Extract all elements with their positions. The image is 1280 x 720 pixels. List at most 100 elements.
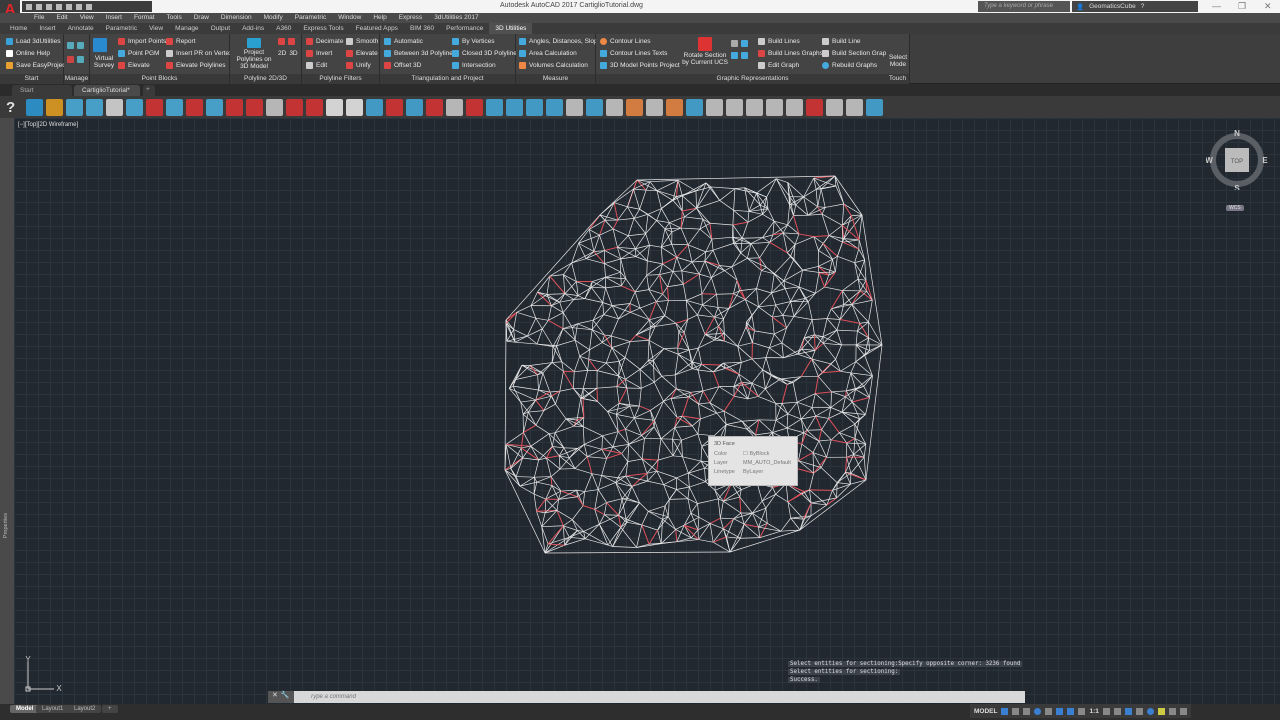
clean-screen-icon[interactable]	[1146, 707, 1154, 715]
mesh-edge	[729, 529, 801, 553]
mesh-edge	[698, 339, 715, 349]
mesh-edge	[534, 477, 538, 483]
mesh-edge	[837, 256, 855, 264]
mesh-edge	[558, 455, 561, 470]
mesh-edge	[781, 342, 798, 355]
mesh-edge	[627, 444, 630, 462]
mesh-edge	[698, 523, 711, 540]
tin-mesh-drawing[interactable]	[0, 0, 1280, 720]
workspace-icon[interactable]	[1102, 707, 1110, 715]
breakline-edge	[800, 358, 813, 377]
command-input[interactable]	[294, 694, 994, 700]
tooltip-title: 3D Face	[714, 441, 735, 447]
mesh-edge	[645, 233, 650, 246]
breakline-edge	[792, 215, 800, 235]
layout-tab-layout2[interactable]: Layout2	[68, 705, 102, 713]
mesh-edge	[696, 208, 704, 220]
mesh-edge	[807, 206, 818, 216]
mesh-edge	[830, 391, 832, 408]
mesh-edge	[625, 475, 648, 482]
mesh-edge	[676, 472, 689, 479]
mesh-edge	[782, 315, 794, 317]
compass-east[interactable]: E	[1262, 156, 1268, 165]
mesh-edge	[709, 386, 720, 403]
mesh-edge	[697, 369, 704, 391]
mesh-edge	[783, 232, 799, 235]
mesh-edge	[731, 257, 748, 268]
mesh-edge	[790, 301, 795, 317]
mesh-edge	[633, 188, 640, 210]
customize-icon[interactable]: 🔧	[281, 691, 290, 703]
compass-north[interactable]: N	[1234, 129, 1240, 138]
mesh-edge	[710, 186, 735, 189]
quick-properties-icon[interactable]	[1157, 707, 1165, 715]
breakline-edge	[723, 518, 735, 530]
ortho-icon[interactable]	[1023, 707, 1031, 715]
mesh-edge	[804, 292, 816, 299]
mesh-edge	[660, 529, 676, 544]
mesh-edge	[682, 456, 702, 462]
mesh-edge	[616, 414, 635, 419]
mesh-edge	[831, 308, 841, 320]
isolate-icon[interactable]	[1124, 707, 1132, 715]
close-icon[interactable]: ✕	[272, 691, 278, 703]
mesh-edge	[832, 490, 837, 499]
mesh-edge	[772, 317, 775, 335]
mesh-edge	[641, 435, 645, 439]
mesh-edge	[717, 498, 721, 519]
mesh-edge	[604, 258, 621, 264]
compass-south[interactable]: S	[1234, 184, 1240, 190]
mesh-edge	[740, 537, 760, 539]
mesh-edge	[682, 456, 689, 474]
mesh-edge	[676, 477, 690, 488]
mesh-edge	[742, 237, 763, 239]
mesh-edge	[835, 256, 838, 273]
mesh-edge	[601, 446, 613, 450]
breakline-edge	[702, 390, 711, 404]
mesh-edge	[806, 429, 822, 431]
annotation-scale[interactable]: 1:1	[1089, 708, 1098, 715]
mesh-edge	[545, 485, 553, 500]
mesh-edge	[758, 292, 772, 308]
wcs-menu[interactable]: WCS	[1226, 205, 1244, 211]
annotation-visibility-icon[interactable]	[1078, 707, 1086, 715]
isodraft-icon[interactable]	[1056, 707, 1064, 715]
annotation-icon[interactable]	[1067, 707, 1075, 715]
mesh-edge	[610, 318, 619, 337]
compass-west[interactable]: W	[1206, 156, 1213, 165]
mesh-edge	[855, 355, 865, 362]
viewport-controls[interactable]: [−][Top][2D Wireframe]	[18, 122, 78, 128]
model-space-button[interactable]: MODEL	[974, 708, 997, 715]
units-icon[interactable]	[1168, 707, 1176, 715]
osnap-icon[interactable]	[1045, 707, 1053, 715]
mesh-edge	[556, 339, 576, 347]
mesh-edge	[639, 190, 647, 210]
mesh-edge	[822, 343, 836, 360]
mesh-edge	[724, 266, 732, 271]
mesh-edge	[674, 361, 693, 376]
mesh-edge	[618, 498, 628, 516]
viewcube[interactable]: TOP N S E W	[1206, 128, 1268, 190]
mesh-edge	[626, 521, 642, 526]
customize-menu-icon[interactable]	[1179, 707, 1187, 715]
mesh-edge	[646, 260, 648, 276]
mesh-edge	[576, 398, 582, 421]
layout-tab-layout1[interactable]: Layout1	[36, 705, 70, 713]
polar-icon[interactable]	[1034, 707, 1042, 715]
grid-icon[interactable]	[1001, 707, 1009, 715]
mesh-edge	[725, 362, 742, 369]
breakline-edge	[732, 221, 749, 226]
mesh-edge	[597, 370, 619, 377]
mesh-edge	[604, 220, 614, 230]
add-layout-button[interactable]: +	[102, 705, 118, 713]
mesh-edge	[692, 347, 699, 363]
mesh-edge	[596, 362, 607, 371]
snap-icon[interactable]	[1012, 707, 1020, 715]
mesh-edge	[781, 403, 789, 415]
mesh-edge	[868, 337, 870, 351]
hardware-icon[interactable]	[1135, 707, 1143, 715]
mesh-edge	[697, 523, 711, 531]
mesh-edge	[711, 277, 717, 295]
layout-tab-model[interactable]: Model	[10, 705, 40, 713]
plus-icon[interactable]	[1113, 707, 1121, 715]
